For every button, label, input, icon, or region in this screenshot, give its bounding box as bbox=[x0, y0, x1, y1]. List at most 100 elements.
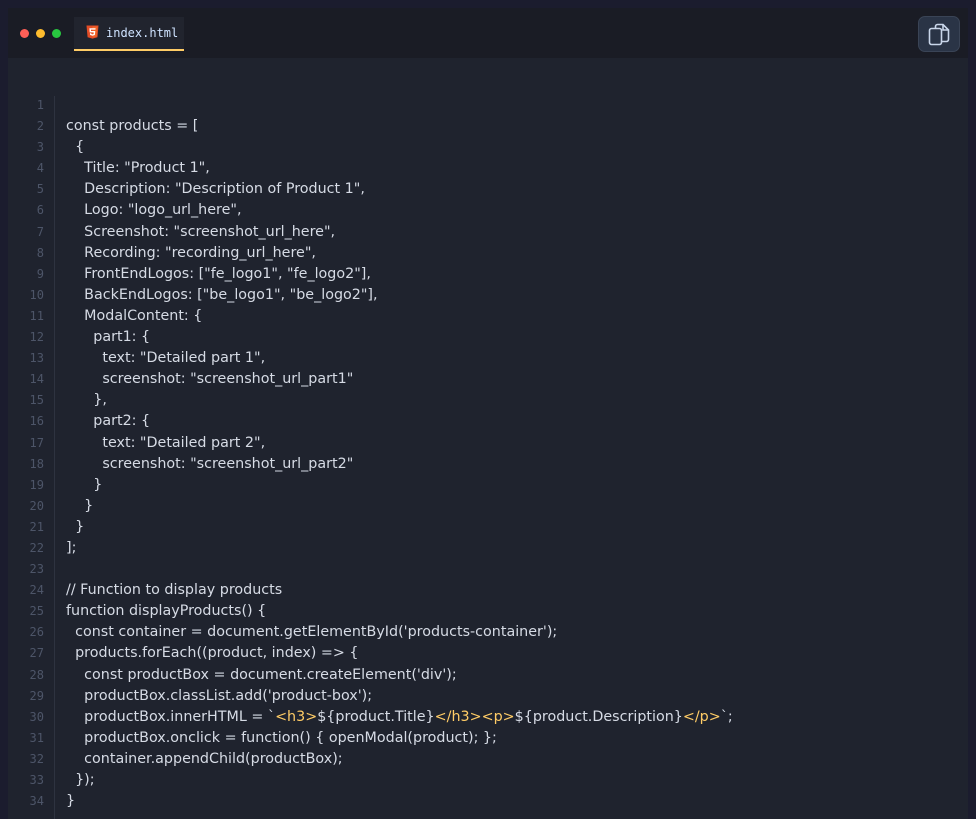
code-text: }); bbox=[66, 770, 95, 791]
file-tab[interactable]: index.html bbox=[74, 17, 184, 51]
code-line: 6 Logo: "logo_url_here", bbox=[8, 200, 968, 221]
code-text: FrontEndLogos: ["fe_logo1", "fe_logo2"], bbox=[66, 264, 371, 285]
code-line: 9 FrontEndLogos: ["fe_logo1", "fe_logo2"… bbox=[8, 264, 968, 285]
code-token: text: "Detailed part 1", bbox=[66, 350, 266, 367]
code-text: Logo: "logo_url_here", bbox=[66, 200, 242, 221]
line-number: 6 bbox=[36, 203, 44, 218]
code-line: 33 }); bbox=[8, 770, 968, 791]
line-number: 31 bbox=[29, 730, 44, 745]
copy-icon bbox=[928, 23, 950, 46]
code-text: container.appendChild(productBox); bbox=[66, 749, 343, 770]
code-text: ModalContent: { bbox=[66, 306, 202, 327]
code-text: screenshot: "screenshot_url_part2" bbox=[66, 454, 353, 475]
code-text: const container = document.getElementByI… bbox=[66, 622, 557, 643]
code-line: 18 screenshot: "screenshot_url_part2" bbox=[8, 454, 968, 475]
code-text: { bbox=[66, 137, 84, 158]
code-token: const products = [ bbox=[66, 118, 199, 135]
line-number: 7 bbox=[36, 224, 44, 239]
code-text: } bbox=[66, 791, 75, 812]
html-tag-token: </h3><p> bbox=[434, 708, 515, 725]
code-token: Logo: "logo_url_here", bbox=[66, 202, 242, 219]
code-token: text: "Detailed part 2", bbox=[66, 434, 266, 451]
code-token: ModalContent: { bbox=[66, 307, 203, 324]
line-number: 21 bbox=[29, 519, 44, 534]
code-line: 15 }, bbox=[8, 390, 968, 411]
close-window-dot[interactable] bbox=[20, 29, 29, 38]
code-line: 1 bbox=[8, 95, 968, 116]
line-number: 2 bbox=[36, 119, 44, 134]
page-frame: index.html 1 2 const products = [ 3 { 4 Titl… bbox=[0, 0, 976, 819]
code-line: 32 container.appendChild(productBox); bbox=[8, 749, 968, 770]
html-tag-token: <h3> bbox=[275, 708, 318, 725]
code-line: 24 // Function to display products bbox=[8, 580, 968, 601]
code-token: productBox.innerHTML = ` bbox=[66, 708, 276, 725]
code-line: 3 { bbox=[8, 137, 968, 158]
code-line: 20 } bbox=[8, 496, 968, 517]
line-number: 14 bbox=[29, 372, 44, 387]
code-token: Description: "Description of Product 1", bbox=[66, 181, 365, 198]
code-line: 10 BackEndLogos: ["be_logo1", "be_logo2"… bbox=[8, 285, 968, 306]
code-text: Recording: "recording_url_here", bbox=[66, 243, 316, 264]
code-token: productBox.onclick = function() { openMo… bbox=[66, 729, 497, 746]
code-token: container.appendChild(productBox); bbox=[66, 750, 343, 767]
code-token: screenshot: "screenshot_url_part1" bbox=[66, 371, 354, 388]
copy-button[interactable] bbox=[918, 16, 960, 52]
code-token: part2: { bbox=[66, 413, 151, 430]
line-number: 25 bbox=[29, 604, 44, 619]
code-text: function displayProducts() { bbox=[66, 601, 266, 622]
code-line: 17 text: "Detailed part 2", bbox=[8, 433, 968, 454]
line-number: 32 bbox=[29, 751, 44, 766]
code-text: products.forEach((product, index) => { bbox=[66, 643, 358, 664]
code-token: } bbox=[66, 793, 76, 810]
maximize-window-dot[interactable] bbox=[52, 29, 61, 38]
code-editor[interactable]: 1 2 const products = [ 3 { 4 Title: "Product… bbox=[8, 58, 968, 819]
code-text: Description: "Description of Product 1", bbox=[66, 179, 365, 200]
code-line: 5 Description: "Description of Product 1… bbox=[8, 179, 968, 200]
line-number: 18 bbox=[29, 456, 44, 471]
line-number: 13 bbox=[29, 351, 44, 366]
code-line: 30 productBox.innerHTML = `<h3>${product… bbox=[8, 707, 968, 728]
code-token: } bbox=[66, 497, 94, 514]
code-text: productBox.classList.add('product-box'); bbox=[66, 686, 372, 707]
code-text: } bbox=[66, 496, 93, 517]
line-number: 27 bbox=[29, 646, 44, 661]
line-number: 11 bbox=[29, 308, 44, 323]
code-line: 14 screenshot: "screenshot_url_part1" bbox=[8, 369, 968, 390]
code-token: `; bbox=[720, 708, 733, 725]
line-number: 4 bbox=[36, 161, 44, 176]
line-number: 23 bbox=[29, 562, 44, 577]
code-token: }); bbox=[66, 772, 95, 788]
code-text: } bbox=[66, 475, 102, 496]
line-number: 29 bbox=[29, 688, 44, 703]
code-text: text: "Detailed part 2", bbox=[66, 433, 265, 454]
minimize-window-dot[interactable] bbox=[36, 29, 45, 38]
code-token: }, bbox=[66, 392, 107, 409]
code-text: const products = [ bbox=[66, 116, 198, 137]
code-token: { bbox=[66, 139, 85, 156]
code-line: 26 const container = document.getElement… bbox=[8, 622, 968, 643]
line-number: 34 bbox=[29, 794, 44, 809]
line-number: 33 bbox=[29, 773, 44, 787]
code-token: BackEndLogos: ["be_logo1", "be_logo2"], bbox=[66, 286, 378, 303]
code-line: 21 } bbox=[8, 517, 968, 538]
code-text: Title: "Product 1", bbox=[66, 158, 210, 179]
code-line: 8 Recording: "recording_url_here", bbox=[8, 243, 968, 264]
code-token: Screenshot: "screenshot_url_here", bbox=[66, 223, 336, 240]
line-number: 8 bbox=[36, 245, 44, 260]
code-text: }, bbox=[66, 390, 107, 411]
code-token: productBox.classList.add('product-box'); bbox=[66, 687, 373, 704]
code-token: // Function to display products bbox=[66, 582, 283, 599]
line-number: 5 bbox=[36, 182, 44, 197]
line-number: 16 bbox=[29, 414, 44, 429]
code-line: 31 productBox.onclick = function() { ope… bbox=[8, 728, 968, 749]
code-line: 28 const productBox = document.createEle… bbox=[8, 665, 968, 686]
code-token: screenshot: "screenshot_url_part2" bbox=[66, 455, 354, 472]
line-number: 22 bbox=[29, 540, 44, 555]
code-token: const productBox = document.createElemen… bbox=[66, 666, 457, 683]
line-number: 24 bbox=[29, 583, 44, 598]
code-token: FrontEndLogos: ["fe_logo1", "fe_logo2"], bbox=[66, 265, 371, 282]
line-number: 20 bbox=[29, 498, 44, 513]
code-text: Screenshot: "screenshot_url_here", bbox=[66, 222, 335, 243]
line-number: 15 bbox=[29, 393, 44, 408]
code-token: part1: { bbox=[66, 329, 151, 346]
